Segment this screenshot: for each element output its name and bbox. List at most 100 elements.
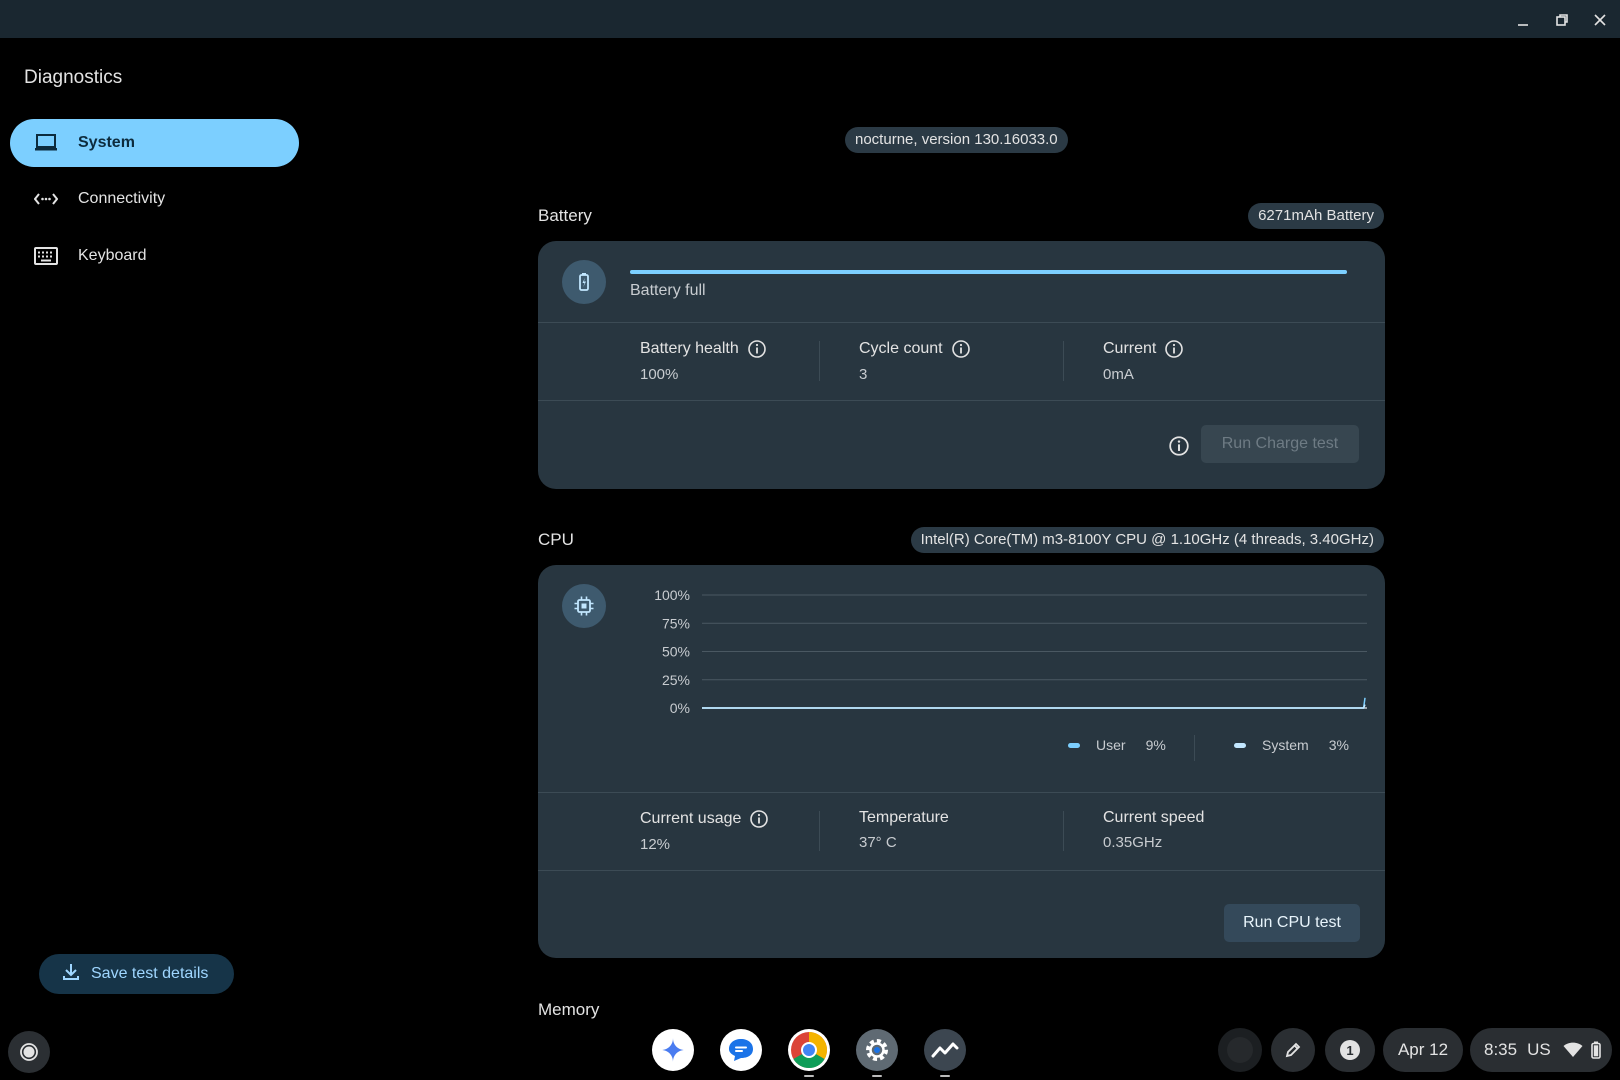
cpu-chart-svg: 100% 75% 50% 25% 0% <box>654 587 1367 716</box>
divider <box>538 400 1385 401</box>
series-line-system <box>702 704 1366 709</box>
running-indicator <box>872 1075 882 1077</box>
y-tick-label: 50% <box>662 644 690 660</box>
pen-icon <box>1285 1042 1301 1058</box>
battery-section-title: Battery <box>538 206 592 225</box>
sidebar-item-label: System <box>78 134 135 151</box>
notifications-button[interactable]: 1 <box>1325 1028 1375 1072</box>
metric-separator <box>819 811 820 851</box>
info-icon[interactable] <box>1164 339 1184 359</box>
info-icon[interactable] <box>749 809 769 829</box>
sidebar-item-label: Keyboard <box>78 247 147 264</box>
sidebar-item-connectivity[interactable]: Connectivity <box>10 175 299 223</box>
cpu-usage-chart: 100% 75% 50% 25% 0% <box>630 583 1370 723</box>
current-metric: Current 0mA <box>1103 339 1184 383</box>
metric-value: 37° C <box>859 834 897 851</box>
metric-label: Current speed <box>1103 809 1205 826</box>
date-tray-button[interactable]: Apr 12 <box>1383 1028 1463 1072</box>
metric-label: Current <box>1103 340 1157 357</box>
battery-card: Battery full Battery health 100% Cycle c… <box>538 241 1385 489</box>
metric-value: 3 <box>859 366 868 383</box>
current-speed-metric: Current speed 0.35GHz <box>1103 809 1204 851</box>
settings-app-icon[interactable] <box>856 1029 898 1071</box>
divider <box>538 870 1385 871</box>
laptop-icon <box>34 131 58 155</box>
legend-system: System 3% <box>1234 737 1349 753</box>
metric-separator <box>1063 341 1064 381</box>
metric-value: 12% <box>640 836 671 853</box>
y-tick-label: 100% <box>654 587 690 603</box>
shelf-date: Apr 12 <box>1397 1040 1449 1059</box>
launcher-button[interactable] <box>8 1031 50 1073</box>
stylus-tools-button[interactable] <box>1271 1028 1315 1072</box>
info-icon[interactable] <box>747 339 767 359</box>
cpu-chip-icon <box>562 584 606 628</box>
gemini-app-icon[interactable] <box>652 1029 694 1071</box>
running-indicator <box>940 1075 950 1077</box>
metric-label: Temperature <box>859 809 949 826</box>
app-title: Diagnostics <box>24 67 123 88</box>
y-tick-label: 75% <box>662 615 690 631</box>
notification-count-badge: 1 <box>1340 1040 1360 1060</box>
cpu-section-title: CPU <box>538 530 574 549</box>
metric-separator <box>1063 811 1064 851</box>
legend-swatch <box>1234 742 1246 748</box>
cycle-count-metric: Cycle count 3 <box>859 339 971 383</box>
cpu-model-chip: Intel(R) Core(TM) m3-8100Y CPU @ 1.10GHz… <box>910 527 1384 553</box>
legend-separator <box>1194 735 1195 761</box>
battery-icon <box>562 260 606 304</box>
legend-label: System <box>1262 737 1309 753</box>
shelf: 1 Apr 12 8:35 US <box>0 1022 1620 1080</box>
series-line-user <box>702 697 1366 709</box>
info-icon[interactable] <box>951 339 971 359</box>
shelf-locale: US <box>1527 1040 1551 1059</box>
current-usage-metric: Current usage 12% <box>640 809 769 853</box>
close-icon[interactable] <box>1588 8 1612 32</box>
charge-test-info-icon[interactable] <box>1168 435 1190 457</box>
messages-app-icon[interactable] <box>720 1029 762 1071</box>
wifi-icon <box>1563 1042 1583 1058</box>
run-cpu-test-button[interactable]: Run CPU test <box>1224 904 1360 942</box>
metric-separator <box>819 341 820 381</box>
battery-charge-fill <box>630 270 1347 274</box>
metric-label: Cycle count <box>859 340 943 357</box>
running-indicator <box>804 1075 814 1077</box>
keyboard-icon <box>34 244 58 268</box>
sidebar-item-system[interactable]: System <box>10 119 299 167</box>
memory-section-title: Memory <box>538 1000 600 1019</box>
download-icon <box>61 962 81 987</box>
divider <box>538 322 1385 323</box>
notification-count: 1 <box>1346 1042 1354 1058</box>
legend-value: 3% <box>1328 737 1349 753</box>
stylus-shelf-icon <box>1227 1037 1253 1063</box>
status-area-button[interactable]: 8:35 US <box>1470 1028 1612 1072</box>
diagnostics-app-icon[interactable] <box>924 1029 966 1071</box>
save-test-details-button[interactable]: Save test details <box>39 954 234 994</box>
window-title-bar <box>0 0 1620 38</box>
media-tray-button[interactable] <box>1218 1028 1262 1072</box>
minimize-icon[interactable] <box>1511 8 1535 32</box>
legend-label: User <box>1096 737 1126 753</box>
sidebar-item-keyboard[interactable]: Keyboard <box>10 232 299 280</box>
diagnostics-app: Diagnostics System Connectivity Keyboard… <box>0 38 1620 1022</box>
chrome-app-icon[interactable] <box>788 1029 830 1071</box>
shelf-time: 8:35 <box>1484 1040 1518 1059</box>
legend-swatch <box>1068 742 1080 748</box>
y-tick-label: 25% <box>662 672 690 688</box>
metric-label: Current usage <box>640 810 742 827</box>
battery-health-metric: Battery health 100% <box>640 339 767 383</box>
launcher-icon <box>20 1043 38 1061</box>
battery-charge-bar <box>630 270 1347 274</box>
legend-value: 9% <box>1145 737 1166 753</box>
run-charge-test-button[interactable]: Run Charge test <box>1201 425 1359 463</box>
metric-value: 0.35GHz <box>1103 834 1163 851</box>
temperature-metric: Temperature 37° C <box>859 809 949 851</box>
divider <box>538 792 1385 793</box>
version-chip: nocturne, version 130.16033.0 <box>845 127 1068 153</box>
metric-value: 100% <box>640 366 679 383</box>
restore-icon[interactable] <box>1550 8 1574 32</box>
cpu-card: 100% 75% 50% 25% 0% User 9% System 3% Curren… <box>538 565 1385 958</box>
battery-status-icon <box>1590 1041 1601 1059</box>
sidebar-item-label: Connectivity <box>78 190 166 207</box>
metric-value: 0mA <box>1103 366 1134 383</box>
